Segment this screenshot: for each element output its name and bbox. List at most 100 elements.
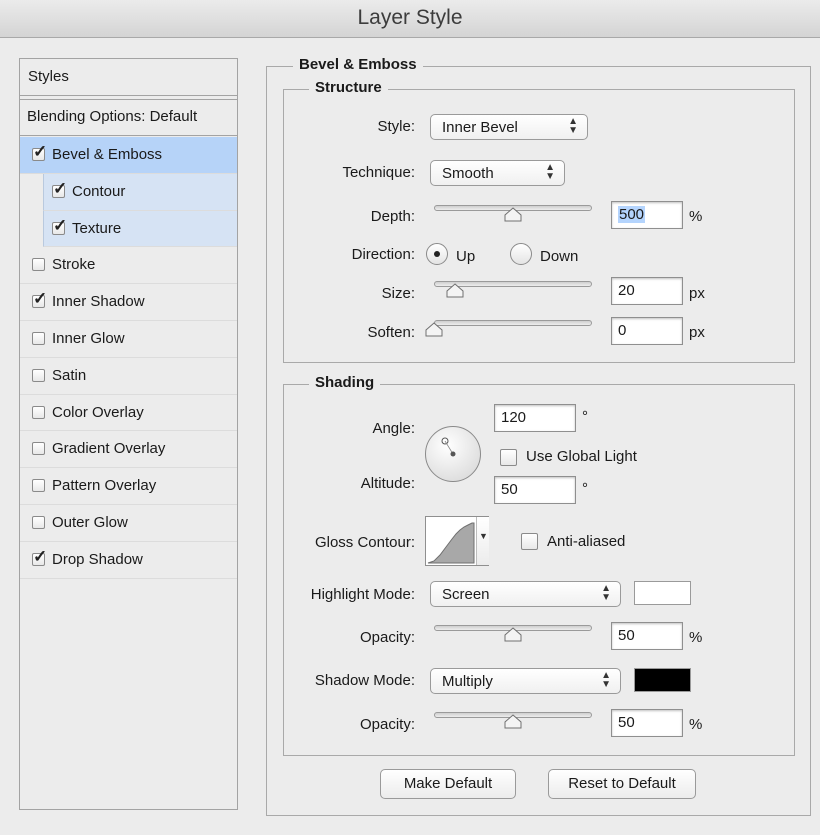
checkmark-icon: ✓ [33,142,48,161]
angle-value: 120 [501,409,527,426]
sidebar-item-checkbox[interactable] [32,405,45,419]
sidebar-item-drop-shadow[interactable]: ✓ Drop Shadow [20,542,237,579]
sidebar-item-outer-glow[interactable]: Outer Glow [20,505,237,542]
chevron-up-down-icon: ▲ ▼ [568,116,578,136]
blending-options-label: Blending Options: Default [27,108,198,125]
soften-label: Soften: [367,324,415,341]
sidebar-item-label: Color Overlay [52,403,144,421]
size-field[interactable]: 20 [611,277,683,305]
sidebar-item-texture[interactable]: ✓ Texture [43,210,237,248]
shadow-opacity-unit: % [689,716,703,733]
gloss-contour-picker[interactable]: ▼ [425,516,489,566]
shadow-color-swatch[interactable] [634,668,691,692]
sidebar-item-label: Inner Shadow [52,293,145,311]
title-bar: Layer Style [0,0,820,38]
checkmark-icon: ✓ [53,215,68,235]
anti-aliased-checkbox[interactable] [521,533,538,550]
angle-dial-icon [425,426,481,482]
sidebar-item-label: Texture [72,219,122,237]
blending-options-item[interactable]: Blending Options: Default [20,99,237,136]
sidebar-item-satin[interactable]: Satin [20,358,237,395]
sidebar-item-label: Drop Shadow [52,550,143,568]
technique-label: Technique: [342,164,415,181]
soften-field[interactable]: 0 [611,317,683,345]
reset-to-default-button[interactable]: Reset to Default [548,769,696,799]
sidebar-item-checkbox[interactable] [32,442,45,456]
altitude-value: 50 [501,481,518,498]
depth-label: Depth: [370,208,415,225]
slider-thumb-icon [504,207,522,222]
highlight-mode-select[interactable]: Screen ▲ ▼ [430,581,621,607]
checkmark-icon: ✓ [33,546,48,566]
depth-field[interactable]: 500 [611,201,683,229]
sidebar-item-checkbox[interactable]: ✓ [52,216,67,235]
sidebar-item-label: Gradient Overlay [52,440,166,458]
sidebar-item-checkbox[interactable]: ✓ [32,290,47,309]
slider-thumb-icon [425,322,443,337]
highlight-opacity-label: Opacity: [359,629,415,646]
sidebar-item-label: Inner Glow [52,330,125,347]
sidebar-item-checkbox[interactable]: ✓ [52,179,67,198]
sidebar-item-checkbox[interactable] [32,332,45,345]
technique-select[interactable]: Smooth ▲ ▼ [430,160,565,186]
sidebar-item-checkbox[interactable] [32,479,45,493]
make-default-button[interactable]: Make Default [380,769,516,799]
shadow-opacity-label: Opacity: [359,716,415,733]
panel-title: Bevel & Emboss [293,56,423,73]
window-title: Layer Style [357,6,463,29]
sidebar-item-contour[interactable]: ✓ Contour [43,173,237,211]
size-unit: px [689,285,705,302]
use-global-light-label: Use Global Light [526,448,637,465]
contour-curve-icon [427,522,475,564]
altitude-field[interactable]: 50 [494,476,576,504]
direction-up-label: Up [456,248,476,265]
sidebar-item-checkbox[interactable] [32,258,45,272]
sidebar-item-label: Outer Glow [52,514,128,531]
sidebar-item-checkbox[interactable]: ✓ [32,143,47,161]
use-global-light-checkbox[interactable] [500,449,517,466]
soften-value: 0 [618,322,627,339]
highlight-opacity-field[interactable]: 50 [611,622,683,650]
angle-field[interactable]: 120 [494,404,576,432]
altitude-unit: ° [582,480,588,497]
angle-wheel[interactable] [424,425,482,483]
styles-list: Styles Blending Options: Default ✓ Bevel … [19,58,238,810]
direction-down-radio[interactable] [510,243,532,265]
sidebar-item-stroke[interactable]: Stroke [20,247,237,285]
slider-thumb-icon [446,283,464,298]
sidebar-item-inner-shadow[interactable]: ✓ Inner Shadow [20,284,237,321]
direction-label: Direction: [351,246,415,263]
sidebar-item-checkbox[interactable]: ✓ [32,547,47,566]
styles-header[interactable]: Styles [20,59,237,96]
sidebar-item-label: Pattern Overlay [52,477,157,495]
sidebar-item-label: Stroke [52,256,96,274]
sidebar-item-gradient-overlay[interactable]: Gradient Overlay [20,431,237,469]
radio-dot [434,251,440,257]
shadow-mode-select[interactable]: Multiply ▲ ▼ [430,668,621,694]
shading-group [283,384,795,756]
shadow-mode-value: Multiply [442,673,493,690]
depth-unit: % [689,208,703,225]
shadow-mode-label: Shadow Mode: [314,672,415,689]
style-select[interactable]: Inner Bevel ▲ ▼ [430,114,588,140]
sidebar-item-inner-glow[interactable]: Inner Glow [20,321,237,358]
chevron-up-down-icon: ▲ ▼ [601,583,611,603]
direction-up-radio[interactable] [426,243,448,265]
soften-slider[interactable] [434,320,592,326]
sidebar-item-pattern-overlay[interactable]: Pattern Overlay [20,468,237,505]
gloss-contour-label: Gloss Contour: [314,534,415,551]
slider-thumb-icon [504,627,522,642]
sidebar-item-checkbox[interactable] [32,368,45,382]
sidebar-item-bevel-and-emboss[interactable]: ✓ Bevel & Emboss [20,137,237,174]
sidebar-item-checkbox[interactable] [32,516,45,529]
contour-dropdown-toggle[interactable]: ▼ [476,517,489,565]
shading-title: Shading [309,374,381,391]
angle-label: Angle: [372,420,415,437]
size-value: 20 [618,282,635,299]
shadow-opacity-field[interactable]: 50 [611,709,683,737]
checkmark-icon: ✓ [53,178,68,198]
sidebar-item-color-overlay[interactable]: Color Overlay [20,395,237,432]
style-select-value: Inner Bevel [442,119,518,136]
technique-select-value: Smooth [442,165,494,182]
highlight-color-swatch[interactable] [634,581,691,605]
